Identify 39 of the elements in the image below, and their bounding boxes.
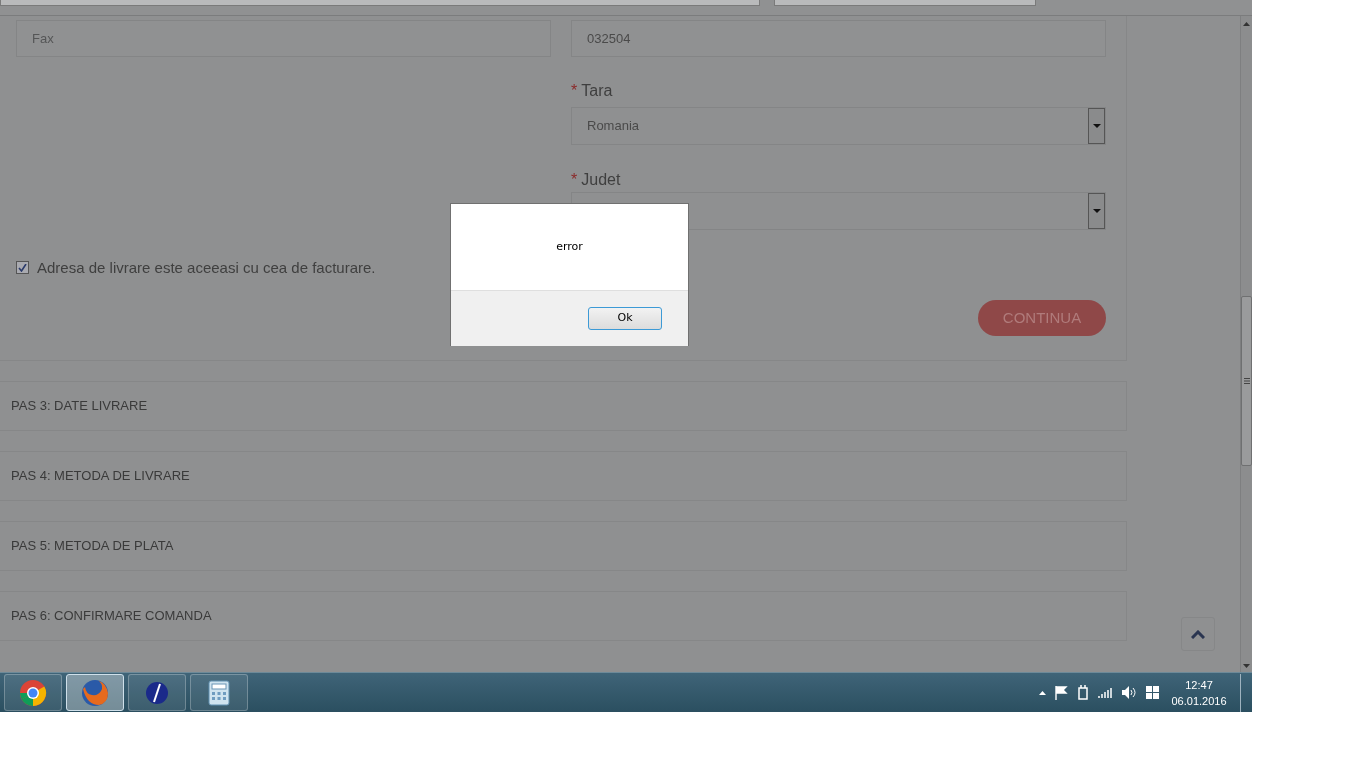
signal-bars-icon[interactable] (1098, 687, 1113, 698)
clock-date: 06.01.2016 (1170, 693, 1228, 709)
arrow-up-icon[interactable] (1039, 690, 1046, 695)
clock[interactable]: 12:47 06.01.2016 (1168, 676, 1230, 709)
scrollbar-thumb[interactable] (1241, 296, 1252, 466)
grip-icon (1243, 378, 1250, 384)
checkbox[interactable] (16, 261, 29, 275)
caret-icon (1092, 124, 1101, 128)
caret-icon (1092, 209, 1101, 213)
fax-field[interactable]: Fax (16, 20, 551, 57)
checkmark-icon (18, 263, 27, 272)
scroll-up-icon (1243, 22, 1250, 26)
scroll-down-icon (1243, 664, 1250, 668)
step-header[interactable]: PAS 4: METODA DE LIVRARE (0, 451, 1127, 501)
calculator-icon (208, 679, 230, 706)
dialog-message: error (556, 238, 583, 255)
country-label: Tara (581, 82, 613, 99)
scrollbar[interactable] (1240, 16, 1252, 672)
slash-circle-icon (145, 680, 169, 705)
required-mark: * (571, 171, 578, 188)
required-mark: * (571, 82, 578, 99)
browser-logo-icon (19, 678, 47, 707)
clock-time: 12:47 (1184, 677, 1214, 693)
country-select[interactable]: Romania (571, 107, 1106, 145)
flag-icon[interactable] (1055, 685, 1068, 700)
windows-logo-icon[interactable] (1146, 686, 1159, 699)
county-label: Judet (581, 171, 621, 188)
county-select[interactable] (571, 192, 1106, 230)
step-header[interactable]: PAS 3: DATE LIVRARE (0, 381, 1127, 431)
step-header[interactable]: PAS 5: METODA DE PLATA (0, 521, 1127, 571)
chevron-up-icon (1191, 629, 1205, 639)
speaker-icon[interactable] (1122, 686, 1137, 699)
taskbar-app-button[interactable] (66, 674, 124, 711)
back-to-top-button[interactable] (1181, 617, 1215, 651)
phone-field[interactable]: 032504 (571, 20, 1106, 57)
step-header[interactable]: PAS 6: CONFIRMARE COMANDA (0, 591, 1127, 641)
fox-globe-icon (80, 677, 110, 708)
ok-button[interactable]: Ok (588, 307, 662, 330)
checkbox-label: Adresa de livrare este aceeasi cu cea de facturare. (37, 257, 376, 278)
